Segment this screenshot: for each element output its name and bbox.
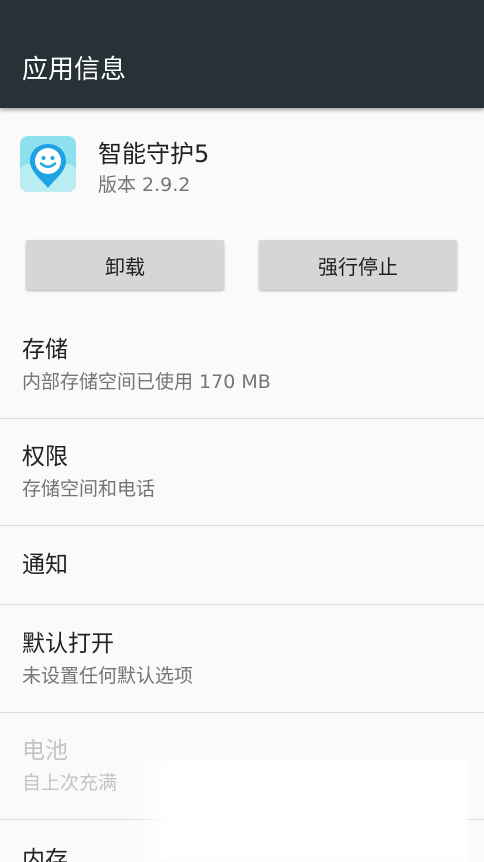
storage-title: 存储 <box>22 337 68 363</box>
toolbar: 应用信息 <box>0 0 484 108</box>
app-version: 版本 2.9.2 <box>98 174 191 196</box>
open-default-row[interactable]: 默认打开 未设置任何默认选项 <box>0 605 484 712</box>
permissions-title: 权限 <box>22 444 68 470</box>
uninstall-button[interactable]: 卸载 <box>26 240 224 290</box>
open-default-title: 默认打开 <box>22 631 114 657</box>
redaction-overlay <box>128 760 468 862</box>
page-title: 应用信息 <box>22 55 127 85</box>
battery-subtitle: 自上次充满 <box>22 772 118 794</box>
open-default-subtitle: 未设置任何默认选项 <box>22 665 194 687</box>
force-stop-button[interactable]: 强行停止 <box>259 240 457 290</box>
permissions-subtitle: 存储空间和电话 <box>22 478 156 500</box>
memory-title: 内存 <box>22 847 68 862</box>
app-header: 智能守护5 版本 2.9.2 <box>0 108 484 218</box>
storage-subtitle: 内部存储空间已使用 170 MB <box>22 371 271 393</box>
storage-row[interactable]: 存储 内部存储空间已使用 170 MB <box>0 320 484 418</box>
app-icon <box>20 136 76 192</box>
notifications-title: 通知 <box>22 552 68 578</box>
permissions-row[interactable]: 权限 存储空间和电话 <box>0 419 484 525</box>
battery-title: 电池 <box>22 738 68 764</box>
app-name: 智能守护5 <box>98 140 210 168</box>
notifications-row[interactable]: 通知 <box>0 526 484 604</box>
